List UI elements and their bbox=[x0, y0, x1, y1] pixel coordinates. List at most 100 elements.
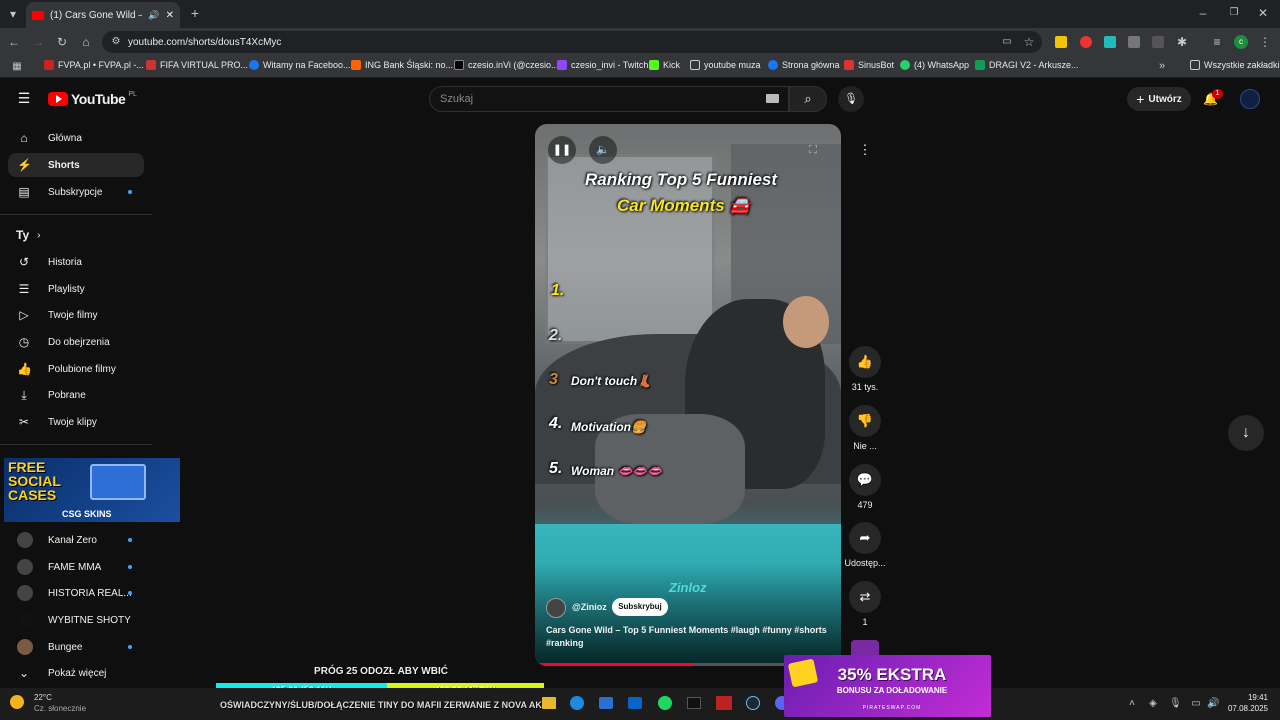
back-icon[interactable]: ← bbox=[7, 35, 21, 49]
bookmark-item[interactable]: (4) WhatsApp bbox=[900, 60, 969, 70]
menu-hamburger-icon[interactable]: ☰ bbox=[16, 91, 32, 105]
sidebar-sub-fame-mma[interactable]: FAME MMA bbox=[8, 555, 144, 579]
display-icon[interactable]: ▭ bbox=[1190, 697, 1202, 711]
youtube-logo[interactable]: YouTube PL bbox=[48, 91, 137, 107]
remix-button[interactable]: ⇄ bbox=[849, 581, 881, 613]
search-input[interactable]: Szukaj bbox=[429, 86, 789, 112]
forward-icon[interactable]: → bbox=[31, 35, 45, 49]
profile-avatar[interactable]: c bbox=[1234, 35, 1248, 49]
share-button[interactable]: ➦ bbox=[849, 522, 881, 554]
bookmark-item[interactable]: Witamy na Faceboo... bbox=[249, 60, 351, 70]
sidebar-show-more[interactable]: ⌄ Pokaż więcej bbox=[8, 661, 144, 685]
create-button[interactable]: + Utwórz bbox=[1127, 87, 1191, 111]
outlook-icon[interactable] bbox=[628, 697, 642, 709]
extension-grey-icon[interactable] bbox=[1128, 36, 1140, 48]
keyboard-icon[interactable] bbox=[766, 94, 779, 103]
next-video-down-icon[interactable]: ↓ bbox=[1228, 415, 1264, 451]
store-icon[interactable] bbox=[599, 697, 613, 709]
rank-3-number: 3 bbox=[549, 371, 558, 388]
bookmark-item[interactable]: Kick bbox=[649, 60, 680, 70]
clock-time[interactable]: 19:41 bbox=[1228, 693, 1268, 702]
browser-tab[interactable]: (1) Cars Gone Wild – Top 5 F 🔊 ✕ bbox=[26, 2, 180, 28]
sidebar-ad-banner[interactable]: FREE SOCIAL CASES CSG SKINS bbox=[4, 458, 180, 522]
reload-icon[interactable]: ↻ bbox=[55, 35, 69, 49]
comments-button[interactable]: 💬 bbox=[849, 464, 881, 496]
channel-handle[interactable]: @Zinioz bbox=[572, 602, 607, 612]
mic-tray-icon[interactable]: 🎙 bbox=[1169, 697, 1182, 711]
shorts-video-player[interactable]: Ranking Top 5 Funniest Car Moments 🚘 1. … bbox=[535, 124, 841, 666]
weather-desc[interactable]: Cz. słonecznie bbox=[34, 704, 86, 713]
minimize-icon[interactable]: – bbox=[1196, 6, 1210, 20]
weather-temp[interactable]: 22°C bbox=[34, 693, 52, 702]
apps-grid-icon[interactable]: ▦ bbox=[10, 60, 24, 74]
maximize-icon[interactable]: ❐ bbox=[1227, 6, 1241, 20]
sidebar-item-downloads[interactable]: ⤓ Pobrane bbox=[8, 383, 144, 407]
subscribe-button[interactable]: Subskrybuj bbox=[612, 598, 668, 616]
clock-date[interactable]: 07.08.2025 bbox=[1218, 704, 1268, 713]
chevron-down-icon: ⌄ bbox=[18, 666, 30, 680]
network-icon[interactable]: ◈ bbox=[1147, 697, 1159, 711]
tab-close-icon[interactable]: ✕ bbox=[166, 10, 174, 21]
file-explorer-icon[interactable] bbox=[542, 697, 556, 709]
volume-button[interactable]: 🔈 bbox=[589, 136, 617, 164]
more-options-button[interactable]: ⋮ bbox=[849, 134, 881, 166]
bookmark-item[interactable]: ING Bank Śląski: no... bbox=[351, 60, 453, 70]
sidebar-item-history[interactable]: ↺ Historia bbox=[8, 250, 144, 274]
sidebar-item-your-videos[interactable]: ▷ Twoje filmy bbox=[8, 303, 144, 327]
sidebar-sub-wybitne-shoty[interactable]: WYBITNE SHOTY bbox=[8, 608, 144, 632]
media-control-icon[interactable]: ≡ bbox=[1210, 35, 1224, 49]
extension-muted-icon[interactable] bbox=[1152, 36, 1164, 48]
sidebar-item-liked-videos[interactable]: 👍 Polubione filmy bbox=[8, 357, 144, 381]
app-icon[interactable] bbox=[716, 696, 732, 710]
new-tab-icon[interactable]: + bbox=[188, 6, 202, 20]
sidebar-item-shorts[interactable]: ⚡ Shorts bbox=[8, 153, 144, 177]
fullscreen-button[interactable]: ⛶ bbox=[799, 136, 827, 164]
bookmark-star-icon[interactable]: ☆ bbox=[1022, 35, 1036, 49]
sidebar-sub-kanal-zero[interactable]: Kanał Zero bbox=[8, 528, 144, 552]
bookmark-item[interactable]: youtube muza bbox=[690, 60, 761, 70]
voice-search-button[interactable]: 🎙 bbox=[838, 86, 864, 112]
tray-chevron-up-icon[interactable]: ˄ bbox=[1126, 697, 1138, 711]
extension-teal-icon[interactable] bbox=[1104, 36, 1116, 48]
sidebar-item-watch-later[interactable]: ◷ Do obejrzenia bbox=[8, 330, 144, 354]
site-info-icon[interactable]: ⚙ bbox=[110, 35, 122, 49]
sidebar-sub-bungee[interactable]: Bungee bbox=[8, 635, 144, 659]
spotify-icon[interactable] bbox=[658, 696, 672, 710]
home-icon[interactable]: ⌂ bbox=[79, 35, 93, 49]
sidebar-item-playlists[interactable]: ☰ Playlisty bbox=[8, 277, 144, 301]
tab-list-icon[interactable]: ▾ bbox=[6, 7, 20, 21]
all-bookmarks[interactable]: Wszystkie zakładki bbox=[1190, 60, 1280, 70]
bookmark-item[interactable]: Strona główna bbox=[768, 60, 840, 70]
sidebar-item-your-clips[interactable]: ✂ Twoje klipy bbox=[8, 410, 144, 434]
search-button[interactable]: ⌕ bbox=[789, 86, 827, 112]
extension-w-icon[interactable] bbox=[1055, 36, 1067, 48]
terminal-icon[interactable] bbox=[687, 697, 701, 709]
account-avatar[interactable] bbox=[1240, 89, 1260, 109]
window-close-icon[interactable]: ✕ bbox=[1256, 6, 1270, 20]
sidebar-sub-historia-real[interactable]: HISTORIA REAL... bbox=[8, 581, 144, 605]
promo-banner[interactable]: 35% EKSTRA BONUSU ZA DOŁADOWANIE PIRATES… bbox=[784, 655, 991, 717]
extensions-puzzle-icon[interactable]: ✱ bbox=[1175, 35, 1189, 49]
bookmark-item[interactable]: SinusBot bbox=[844, 60, 894, 70]
more-bookmarks-icon[interactable]: » bbox=[1156, 59, 1168, 73]
steam-icon[interactable] bbox=[746, 696, 760, 710]
browser-menu-icon[interactable]: ⋮ bbox=[1258, 35, 1272, 49]
bookmark-item[interactable]: DRAGI V2 - Arkusze... bbox=[975, 60, 1079, 70]
tab-audio-icon[interactable]: 🔊 bbox=[148, 10, 159, 21]
sidebar-you-header[interactable]: Ty › bbox=[8, 223, 144, 247]
pause-button[interactable]: ❚❚ bbox=[548, 136, 576, 164]
bookmark-item[interactable]: FIFA VIRTUAL PRO... bbox=[146, 60, 248, 70]
dislike-button[interactable]: 👎 bbox=[849, 405, 881, 437]
channel-avatar[interactable] bbox=[546, 598, 566, 618]
region-code: PL bbox=[128, 90, 137, 98]
address-bar[interactable]: ⚙ youtube.com/shorts/dousT4XcMyc ▭ ☆ bbox=[102, 31, 1042, 53]
sidebar-item-home[interactable]: ⌂ Główna bbox=[8, 126, 144, 150]
sidebar-item-subscriptions[interactable]: ▤ Subskrypcje bbox=[8, 180, 144, 204]
like-button[interactable]: 👍 bbox=[849, 346, 881, 378]
bookmark-item[interactable]: czesio_invi - Twitch bbox=[557, 60, 648, 70]
bookmark-item[interactable]: FVPA.pl • FVPA.pl -... bbox=[44, 60, 144, 70]
bookmark-item[interactable]: czesio.inVi (@czesio... bbox=[454, 60, 559, 70]
extension-red-icon[interactable] bbox=[1080, 36, 1092, 48]
edge-icon[interactable] bbox=[570, 696, 584, 710]
install-app-icon[interactable]: ▭ bbox=[1000, 35, 1014, 49]
